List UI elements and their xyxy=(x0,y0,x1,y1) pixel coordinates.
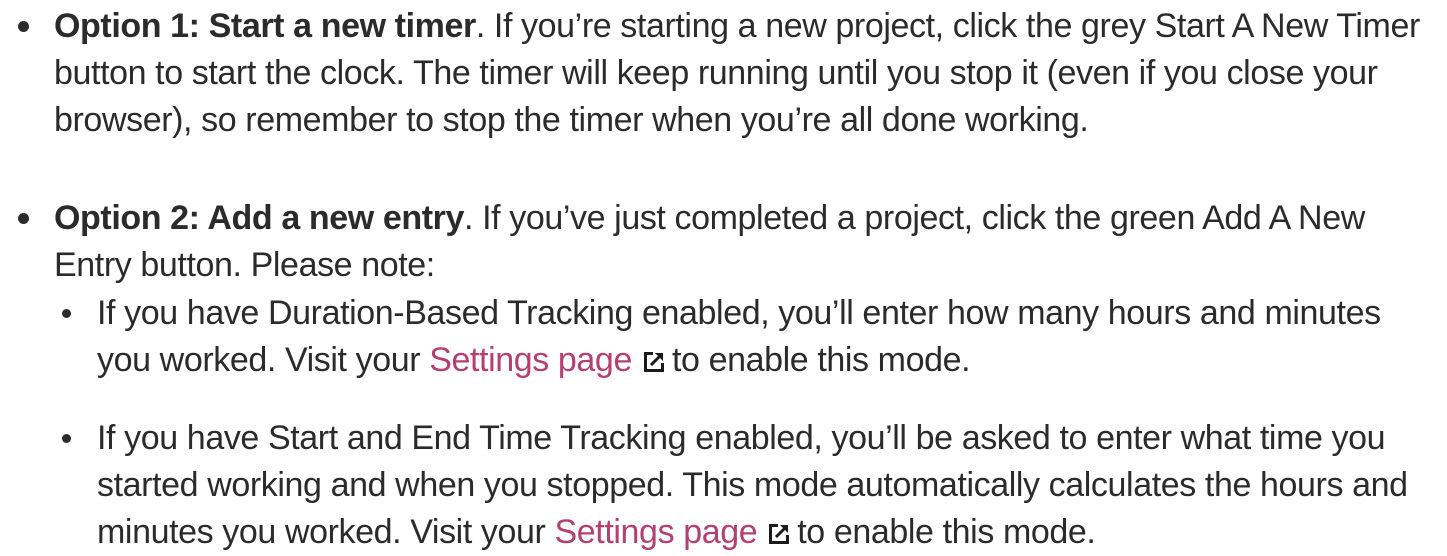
start-end-tracking-note: If you have Start and End Time Tracking … xyxy=(97,415,1427,556)
option-2-item: Option 2: Add a new entry. If you’ve jus… xyxy=(54,195,1439,289)
help-article: Option 1: Start a new timer. If you’re s… xyxy=(0,0,1447,552)
bullet-dot xyxy=(18,213,29,224)
settings-page-link[interactable]: Settings page xyxy=(429,341,632,379)
external-link-icon[interactable] xyxy=(769,522,792,544)
external-link-icon[interactable] xyxy=(643,350,666,372)
bullet-dot xyxy=(62,434,71,443)
note-text-end: to enable this mode. xyxy=(797,513,1096,551)
option-2-title: Option 2: Add a new entry xyxy=(54,199,464,237)
note-text-end: to enable this mode. xyxy=(671,341,971,379)
bullet-dot xyxy=(18,21,29,32)
option-1-item: Option 1: Start a new timer. If you’re s… xyxy=(54,3,1439,144)
bullet-dot xyxy=(62,309,71,318)
duration-tracking-note: If you have Duration-Based Tracking enab… xyxy=(97,290,1427,384)
option-1-title: Option 1: Start a new timer xyxy=(54,7,476,45)
settings-page-link[interactable]: Settings page xyxy=(555,513,758,551)
